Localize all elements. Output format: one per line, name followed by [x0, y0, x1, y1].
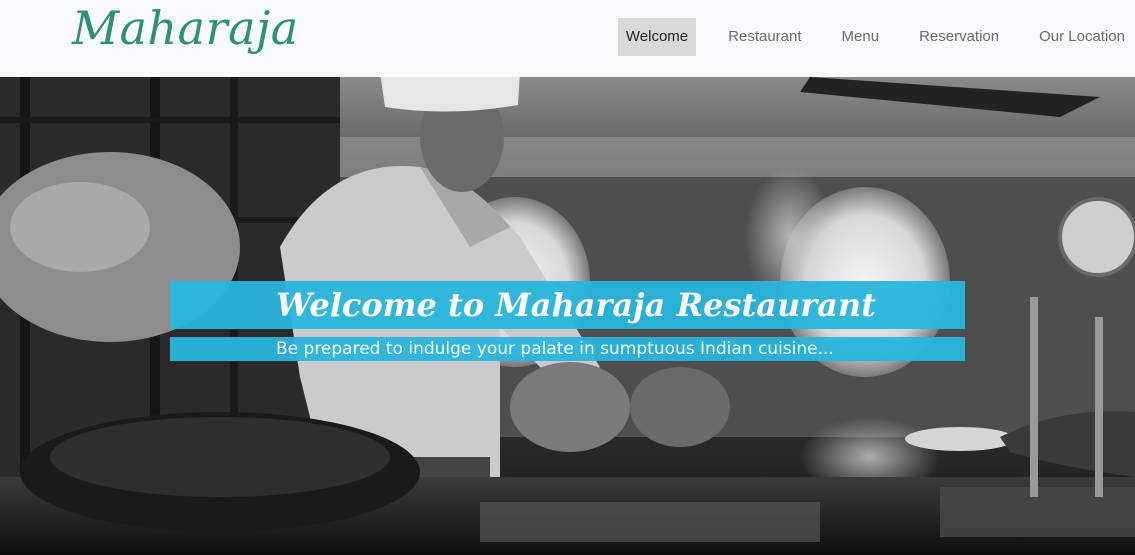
- hero-section: Welcome to Maharaja Restaurant Be prepar…: [0, 77, 1135, 555]
- hero-subtitle-banner: Be prepared to indulge your palate in su…: [170, 337, 965, 361]
- nav-item-menu[interactable]: Menu: [834, 18, 888, 56]
- main-nav: Welcome Restaurant Menu Reservation Our …: [617, 18, 1135, 56]
- nav-item-reservation[interactable]: Reservation: [911, 18, 1007, 56]
- logo[interactable]: Maharaja: [72, 0, 299, 56]
- nav-item-restaurant[interactable]: Restaurant: [720, 18, 809, 56]
- navbar: Maharaja Welcome Restaurant Menu Reserva…: [0, 0, 1135, 77]
- nav-item-welcome[interactable]: Welcome: [617, 18, 697, 56]
- hero-title-banner: Welcome to Maharaja Restaurant: [170, 281, 965, 329]
- hero-subtitle: Be prepared to indulge your palate in su…: [276, 339, 834, 359]
- nav-item-our-location[interactable]: Our Location: [1031, 18, 1133, 56]
- page: Maharaja Welcome Restaurant Menu Reserva…: [0, 0, 1135, 555]
- hero-title: Welcome to Maharaja Restaurant: [276, 286, 876, 324]
